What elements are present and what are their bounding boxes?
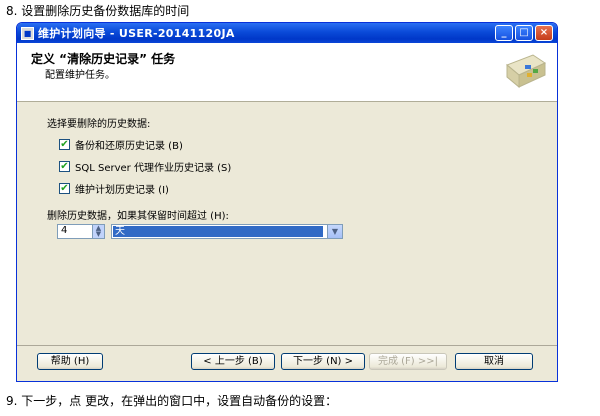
retention-value: 4 (61, 225, 68, 236)
checkbox-backup-restore-history[interactable]: ✔ 备份和还原历史记录 (B) (59, 137, 183, 152)
back-button[interactable]: < 上一步 (B) (191, 353, 275, 370)
minimize-button[interactable]: _ (495, 25, 513, 41)
chevron-down-icon[interactable]: ▼ (327, 225, 342, 238)
spin-arrows-icon[interactable]: ▲ ▼ (92, 225, 104, 238)
page-subtitle: 配置维护任务。 (45, 70, 115, 81)
retention-unit-select[interactable]: 天 ▼ (111, 224, 343, 239)
title-bar[interactable]: ■ 维护计划向导 - USER-20141120JA _ □ × (17, 23, 557, 43)
check-icon[interactable]: ✔ (59, 161, 70, 172)
checkbox-maintenance-plan-history[interactable]: ✔ 维护计划历史记录 (I) (59, 181, 169, 196)
finish-button[interactable]: 完成 (F) >>| (369, 353, 447, 370)
retention-label: 删除历史数据，如果其保留时间超过 (H): (47, 211, 229, 222)
retention-value-stepper[interactable]: 4 ▲ ▼ (57, 224, 105, 239)
doc-step-8-text: 8. 设置删除历史备份数据库的时间 (6, 4, 190, 18)
next-button[interactable]: 下一步 (N) > (281, 353, 365, 370)
checkbox-label: 备份和还原历史记录 (B) (75, 141, 183, 152)
app-icon: ■ (21, 26, 34, 40)
page-title: 定义 “清除历史记录” 任务 (31, 52, 176, 66)
check-icon[interactable]: ✔ (59, 183, 70, 194)
wizard-body: 选择要删除的历史数据: ✔ 备份和还原历史记录 (B) ✔ SQL Server… (17, 103, 557, 341)
close-button[interactable]: × (535, 25, 553, 41)
checkbox-agent-job-history[interactable]: ✔ SQL Server 代理作业历史记录 (S) (59, 159, 231, 174)
cancel-button[interactable]: 取消 (455, 353, 533, 370)
doc-step-9-text: 9. 下一步，点 更改，在弹出的窗口中，设置自动备份的设置： (6, 394, 338, 408)
window-title: 维护计划向导 - USER-20141120JA (38, 27, 235, 40)
history-data-label: 选择要删除的历史数据: (47, 119, 151, 130)
checkbox-label: SQL Server 代理作业历史记录 (S) (75, 163, 232, 174)
check-icon[interactable]: ✔ (59, 139, 70, 150)
footer-divider (17, 345, 557, 346)
maximize-button[interactable]: □ (515, 25, 533, 41)
retention-unit-value: 天 (113, 226, 323, 237)
checkbox-label: 维护计划历史记录 (I) (75, 185, 169, 196)
help-button[interactable]: 帮助 (H) (37, 353, 103, 370)
wizard-illustration-icon (506, 54, 547, 89)
wizard-header: 定义 “清除历史记录” 任务 配置维护任务。 (17, 43, 557, 102)
maintenance-wizard-window: ■ 维护计划向导 - USER-20141120JA _ □ × 定义 “清除历… (16, 22, 558, 382)
